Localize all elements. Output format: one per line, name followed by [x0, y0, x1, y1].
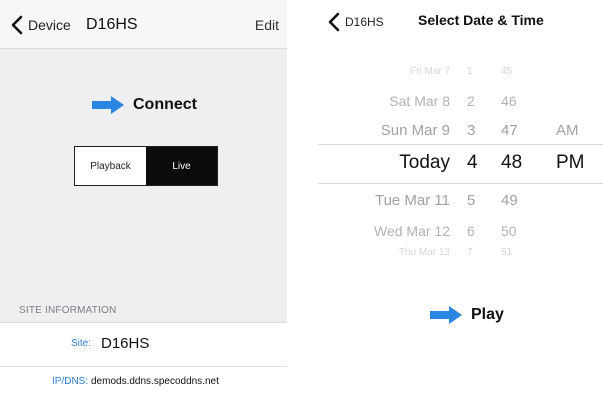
back-label: D16HS	[345, 15, 384, 29]
ipdns-value: demods.ddns.specoddns.net	[91, 376, 219, 387]
picker-row[interactable]: Sat Mar 8 2 46	[318, 93, 603, 110]
picker-hour: 3	[467, 122, 476, 139]
picker-ampm: PM	[556, 151, 585, 173]
picker-hour: 4	[467, 151, 478, 173]
arrow-right-icon	[430, 306, 462, 324]
connect-button[interactable]: Connect	[92, 96, 197, 114]
picker-minute: 49	[501, 192, 518, 209]
play-label: Play	[471, 306, 504, 323]
picker-row[interactable]: Tue Mar 11 5 49	[318, 192, 603, 210]
picker-hour: 6	[467, 222, 475, 239]
ipdns-key: IP/DNS:	[52, 376, 89, 387]
back-button[interactable]: D16HS	[326, 11, 384, 33]
device-screen: Device D16HS Edit Connect Playback Live …	[0, 0, 287, 394]
mode-segmented-control: Playback Live	[74, 146, 218, 186]
picker-date: Sun Mar 9	[380, 122, 450, 139]
back-button[interactable]: Device	[9, 14, 71, 36]
back-label: Device	[28, 17, 71, 33]
picker-date: Today	[399, 151, 450, 173]
site-row: Site: D16HS	[0, 323, 287, 367]
picker-row[interactable]: Fri Mar 7 1 45	[318, 66, 603, 78]
picker-minute: 50	[501, 222, 517, 239]
date-time-navbar: D16HS Select Date & Time	[318, 0, 603, 42]
picker-date: Wed Mar 12	[374, 222, 450, 239]
picker-date: Fri Mar 7	[410, 66, 450, 77]
picker-minute: 47	[501, 122, 518, 139]
site-value: D16HS	[101, 335, 150, 352]
picker-hour: 1	[467, 66, 473, 77]
date-time-picker[interactable]: Fri Mar 7 1 45 Sat Mar 8 2 46 Sun Mar 9 3 47 AM To…	[318, 60, 603, 260]
picker-row[interactable]: Thu Mar 13 7 51	[318, 247, 603, 259]
picker-hour: 7	[467, 247, 473, 258]
site-information-header: SITE INFORMATION	[19, 305, 117, 316]
picker-minute: 45	[501, 66, 513, 77]
picker-row-selected[interactable]: Today 4 48 PM	[318, 152, 603, 175]
picker-row[interactable]: Sun Mar 9 3 47 AM	[318, 122, 603, 140]
device-navbar: Device D16HS Edit	[0, 0, 287, 49]
connect-label: Connect	[133, 96, 197, 113]
page-title: D16HS	[86, 16, 138, 33]
arrow-right-icon	[92, 96, 124, 114]
picker-minute: 48	[501, 151, 523, 173]
picker-hour: 5	[467, 192, 476, 209]
picker-date: Sat Mar 8	[389, 92, 450, 109]
date-time-screen: D16HS Select Date & Time Fri Mar 7 1 45 Sat…	[318, 0, 603, 393]
picker-minute: 46	[501, 92, 517, 109]
picker-minute: 51	[501, 247, 513, 258]
playback-option[interactable]: Playback	[75, 147, 146, 185]
site-information-list: Site: D16HS IP/DNS: demods.ddns.specoddn…	[0, 322, 287, 394]
chevron-left-icon	[11, 15, 23, 35]
picker-date: Thu Mar 13	[398, 247, 450, 258]
picker-row[interactable]: Wed Mar 12 6 50	[318, 223, 603, 240]
edit-button[interactable]: Edit	[255, 17, 279, 33]
picker-hour: 2	[467, 92, 475, 109]
picker-ampm: AM	[556, 122, 579, 139]
picker-date: Tue Mar 11	[374, 192, 450, 209]
page-title: Select Date & Time	[418, 12, 544, 28]
site-key: Site:	[71, 338, 92, 349]
play-button[interactable]: Play	[430, 306, 504, 324]
chevron-left-icon	[328, 12, 340, 32]
live-option[interactable]: Live	[146, 147, 217, 185]
